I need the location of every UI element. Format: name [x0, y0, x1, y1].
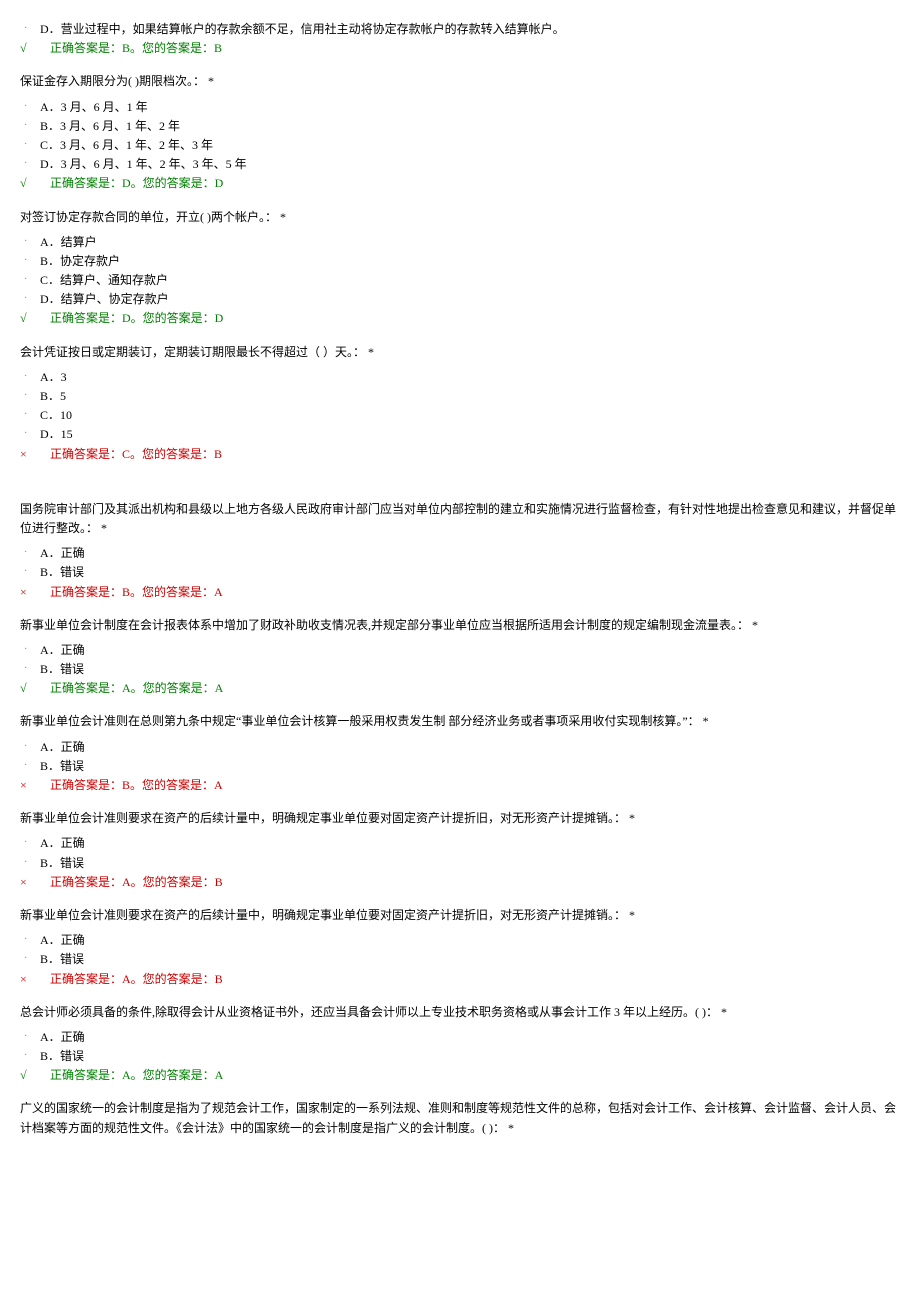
option-item: A．正确: [40, 834, 900, 853]
question-block: 新事业单位会计制度在会计报表体系中增加了财政补助收支情况表,并规定部分事业单位应…: [20, 616, 900, 699]
option-item: B．错误: [40, 950, 900, 969]
question-text: 总会计师必须具备的条件,除取得会计从业资格证书外，还应当具备会计师以上专业技术职…: [20, 1003, 900, 1022]
answer-text: 正确答案是：A。您的答案是：B: [50, 972, 223, 986]
answer-line: ×正确答案是：A。您的答案是：B: [40, 970, 900, 989]
option-item: D．结算户、协定存款户: [40, 290, 900, 309]
option-item: B．错误: [40, 757, 900, 776]
option-item: B．错误: [40, 854, 900, 873]
option-item: A．正确: [40, 738, 900, 757]
option-item: D．3 月、6 月、1 年、2 年、3 年、5 年: [40, 155, 900, 174]
answer-text: 正确答案是：B。您的答案是：A: [50, 585, 223, 599]
option-item: C．10: [40, 406, 900, 425]
option-item: A．正确: [40, 641, 900, 660]
question-block: 国务院审计部门及其派出机构和县级以上地方各级人民政府审计部门应当对单位内部控制的…: [20, 500, 900, 602]
option-item: C．3 月、6 月、1 年、2 年、3 年: [40, 136, 900, 155]
option-item: A．3 月、6 月、1 年: [40, 98, 900, 117]
cross-icon: ×: [20, 445, 36, 464]
cross-icon: ×: [20, 583, 36, 602]
check-icon: √: [20, 174, 36, 193]
option-item: C．结算户、通知存款户: [40, 271, 900, 290]
option-item: D．营业过程中，如果结算帐户的存款余额不足，信用社主动将协定存款帐户的存款转入结…: [40, 20, 900, 39]
answer-text: 正确答案是：B。您的答案是：B: [50, 41, 222, 55]
question-text: 国务院审计部门及其派出机构和县级以上地方各级人民政府审计部门应当对单位内部控制的…: [20, 500, 900, 538]
question-text: 会计凭证按日或定期装订，定期装订期限最长不得超过（ ）天。： *: [20, 343, 900, 362]
question-text: 新事业单位会计准则在总则第九条中规定“事业单位会计核算一般采用权责发生制 部分经…: [20, 712, 900, 731]
option-item: B．错误: [40, 563, 900, 582]
question-text: 广义的国家统一的会计制度是指为了规范会计工作，国家制定的一系列法规、准则和制度等…: [20, 1099, 900, 1137]
question-block: 新事业单位会计准则要求在资产的后续计量中，明确规定事业单位要对固定资产计提折旧，…: [20, 906, 900, 989]
answer-text: 正确答案是：B。您的答案是：A: [50, 778, 223, 792]
option-item: A．正确: [40, 931, 900, 950]
option-item: A．3: [40, 368, 900, 387]
answer-text: 正确答案是：A。您的答案是：A: [50, 681, 223, 695]
option-item: B．3 月、6 月、1 年、2 年: [40, 117, 900, 136]
option-item: B．协定存款户: [40, 252, 900, 271]
answer-line: ×正确答案是：B。您的答案是：A: [40, 776, 900, 795]
spacer: [20, 478, 900, 496]
answer-line: ×正确答案是：C。您的答案是：B: [40, 445, 900, 464]
question-block: D．营业过程中，如果结算帐户的存款余额不足，信用社主动将协定存款帐户的存款转入结…: [20, 20, 900, 58]
question-block: 新事业单位会计准则要求在资产的后续计量中，明确规定事业单位要对固定资产计提折旧，…: [20, 809, 900, 892]
option-item: B．5: [40, 387, 900, 406]
question-block: 广义的国家统一的会计制度是指为了规范会计工作，国家制定的一系列法规、准则和制度等…: [20, 1099, 900, 1137]
question-block: 新事业单位会计准则在总则第九条中规定“事业单位会计核算一般采用权责发生制 部分经…: [20, 712, 900, 795]
option-item: A．正确: [40, 1028, 900, 1047]
answer-line: √正确答案是：B。您的答案是：B: [40, 39, 900, 58]
question-block: 保证金存入期限分为( )期限档次。： * A．3 月、6 月、1 年B．3 月、6…: [20, 72, 900, 193]
answer-line: ×正确答案是：A。您的答案是：B: [40, 873, 900, 892]
answer-line: ×正确答案是：B。您的答案是：A: [40, 583, 900, 602]
question-text: 新事业单位会计准则要求在资产的后续计量中，明确规定事业单位要对固定资产计提折旧，…: [20, 906, 900, 925]
check-icon: √: [20, 309, 36, 328]
option-item: B．错误: [40, 660, 900, 679]
check-icon: √: [20, 1066, 36, 1085]
answer-text: 正确答案是：A。您的答案是：B: [50, 875, 223, 889]
answer-text: 正确答案是：D。您的答案是：D: [50, 176, 223, 190]
question-text: 新事业单位会计准则要求在资产的后续计量中，明确规定事业单位要对固定资产计提折旧，…: [20, 809, 900, 828]
question-block: 总会计师必须具备的条件,除取得会计从业资格证书外，还应当具备会计师以上专业技术职…: [20, 1003, 900, 1086]
question-block: 会计凭证按日或定期装订，定期装订期限最长不得超过（ ）天。： * A．3B．5C．…: [20, 343, 900, 464]
question-text: 对签订协定存款合同的单位，开立( )两个帐户。： *: [20, 208, 900, 227]
answer-text: 正确答案是：C。您的答案是：B: [50, 447, 222, 461]
cross-icon: ×: [20, 970, 36, 989]
cross-icon: ×: [20, 873, 36, 892]
question-text: 新事业单位会计制度在会计报表体系中增加了财政补助收支情况表,并规定部分事业单位应…: [20, 616, 900, 635]
check-icon: √: [20, 679, 36, 698]
option-item: B．错误: [40, 1047, 900, 1066]
question-text: 保证金存入期限分为( )期限档次。： *: [20, 72, 900, 91]
option-item: A．结算户: [40, 233, 900, 252]
answer-line: √正确答案是：D。您的答案是：D: [40, 309, 900, 328]
cross-icon: ×: [20, 776, 36, 795]
answer-line: √正确答案是：A。您的答案是：A: [40, 1066, 900, 1085]
option-item: A．正确: [40, 544, 900, 563]
answer-text: 正确答案是：A。您的答案是：A: [50, 1068, 223, 1082]
option-item: D．15: [40, 425, 900, 444]
question-block: 对签订协定存款合同的单位，开立( )两个帐户。： * A．结算户B．协定存款户C．…: [20, 208, 900, 329]
answer-line: √正确答案是：D。您的答案是：D: [40, 174, 900, 193]
check-icon: √: [20, 39, 36, 58]
answer-line: √正确答案是：A。您的答案是：A: [40, 679, 900, 698]
answer-text: 正确答案是：D。您的答案是：D: [50, 311, 223, 325]
